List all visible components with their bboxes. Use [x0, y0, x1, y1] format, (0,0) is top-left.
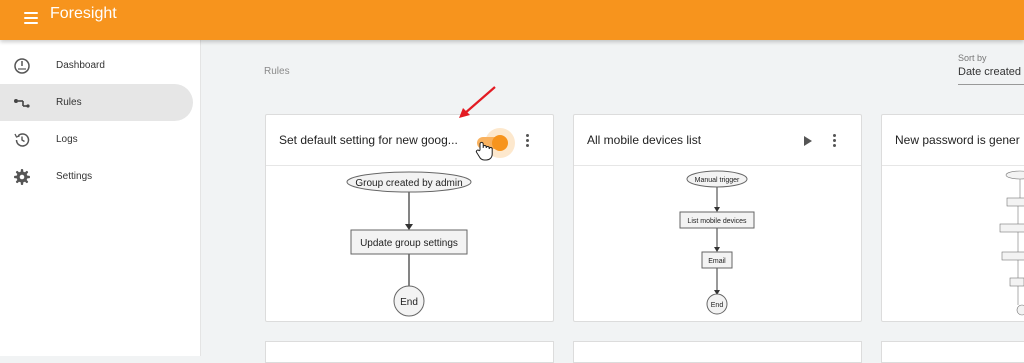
flow-node-label: End	[400, 297, 418, 308]
rule-card[interactable]	[265, 341, 554, 363]
sidebar: Dashboard Rules Logs Settings	[0, 40, 201, 356]
sidebar-item-rules[interactable]: Rules	[0, 84, 193, 121]
sort-by-select[interactable]: Date created	[958, 66, 1024, 85]
more-options-icon[interactable]	[833, 134, 837, 148]
rule-enable-toggle[interactable]	[470, 127, 530, 167]
history-icon	[14, 132, 30, 147]
flow-node-label: End	[711, 302, 724, 309]
dashboard-gauge-icon	[14, 57, 30, 74]
rules-icon	[14, 98, 30, 108]
rule-flow-diagram: Manual trigger List mobile devices Email…	[679, 170, 755, 315]
flow-node-label: Update group settings	[360, 238, 458, 249]
sidebar-item-logs[interactable]: Logs	[0, 121, 193, 158]
rule-card[interactable]	[881, 341, 1024, 363]
rule-card-title: All mobile devices list	[587, 133, 702, 147]
more-options-icon[interactable]	[526, 134, 530, 148]
rule-card-header: New password is gener	[882, 115, 1024, 166]
flow-node-label: List mobile devices	[687, 218, 747, 225]
page-title: Rules	[264, 66, 290, 77]
rule-card-header: Set default setting for new goog...	[266, 115, 553, 166]
rule-card-header: All mobile devices list	[574, 115, 861, 166]
rule-card[interactable]: Set default setting for new goog... Grou…	[265, 114, 554, 322]
rule-flow-diagram: Group created by admin Update group sett…	[346, 171, 472, 317]
top-app-bar: Foresight	[0, 0, 1024, 40]
gear-icon	[14, 168, 30, 185]
flow-node-label: Group created by admin	[355, 178, 462, 189]
sidebar-item-label: Dashboard	[56, 60, 105, 71]
sidebar-item-label: Rules	[56, 97, 82, 108]
annotation-arrow	[459, 86, 496, 118]
rule-card-title: Set default setting for new goog...	[279, 133, 458, 147]
rule-card[interactable]: New password is gener	[881, 114, 1024, 322]
flow-node-label: Manual trigger	[695, 177, 740, 184]
run-rule-play-icon[interactable]	[803, 135, 813, 147]
rule-flow-diagram-thumbnail	[999, 170, 1024, 316]
rule-card-title: New password is gener	[895, 133, 1020, 147]
sort-by-caption: Sort by	[958, 53, 987, 63]
menu-icon[interactable]	[24, 12, 38, 24]
rule-card[interactable]: All mobile devices list Manual trigger L…	[573, 114, 862, 322]
flow-node-label: Email	[708, 258, 726, 265]
app-title: Foresight	[50, 5, 117, 22]
sidebar-item-label: Logs	[56, 134, 78, 145]
sidebar-item-dashboard[interactable]: Dashboard	[0, 47, 193, 84]
sidebar-item-settings[interactable]: Settings	[0, 158, 193, 195]
rule-card[interactable]	[573, 341, 862, 363]
sidebar-item-label: Settings	[56, 171, 93, 182]
